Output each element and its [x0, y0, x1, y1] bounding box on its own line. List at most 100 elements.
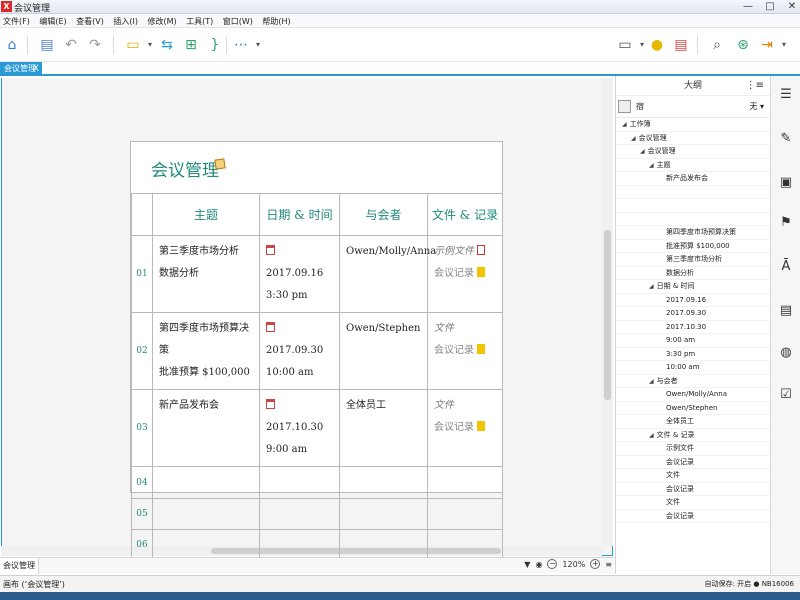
edit-note-icon[interactable]: [214, 158, 226, 170]
image-icon[interactable]: ▣: [779, 176, 793, 190]
zoom-in-icon[interactable]: +: [590, 559, 601, 569]
document-tab[interactable]: 会议管理 X: [0, 62, 42, 76]
outline-item[interactable]: ◢ 主题: [616, 159, 770, 172]
format-brush-icon[interactable]: ✎: [779, 132, 793, 146]
zoom-level[interactable]: 120%: [562, 560, 585, 569]
file-link[interactable]: 文件: [434, 400, 454, 411]
menu-help[interactable]: 帮助(H): [259, 14, 293, 27]
filter-icon[interactable]: ▼: [524, 560, 530, 569]
close-tab-icon[interactable]: X: [33, 62, 39, 76]
menu-edit[interactable]: 编辑(E): [36, 14, 69, 27]
outline-item[interactable]: 新产品发布会: [616, 172, 770, 186]
empty-cell[interactable]: [427, 498, 503, 530]
task-icon[interactable]: ☑: [779, 388, 793, 402]
comment-icon[interactable]: ◍: [779, 346, 793, 360]
outline-item[interactable]: [616, 213, 770, 226]
chevron-down-icon[interactable]: ▾: [249, 36, 267, 54]
lightbulb-icon[interactable]: ●: [648, 36, 666, 54]
topic-cell[interactable]: 第三季度市场分析 数据分析: [152, 235, 260, 313]
empty-cell[interactable]: [259, 498, 340, 530]
presentation-icon[interactable]: ▭: [616, 36, 634, 54]
outline-item[interactable]: 批准预算 $100,000: [616, 240, 770, 253]
menu-file[interactable]: 文件(F): [0, 14, 33, 27]
outline-item[interactable]: 2017.09.30: [616, 307, 770, 321]
outline-item[interactable]: 全体员工: [616, 415, 770, 429]
outline-item[interactable]: 2017.10.30: [616, 321, 770, 334]
outline-item[interactable]: ◢ 与会者: [616, 375, 770, 388]
panel-select[interactable]: 无 ▾: [749, 101, 764, 112]
summary-icon[interactable]: }: [206, 36, 224, 54]
outline-mode-icon[interactable]: [618, 100, 631, 113]
menu-modify[interactable]: 修改(M): [144, 14, 179, 27]
topic-cell[interactable]: 新产品发布会: [152, 389, 260, 467]
minimize-button[interactable]: —: [742, 1, 754, 12]
close-button[interactable]: ✕: [786, 1, 798, 12]
chevron-down-icon[interactable]: ▾: [141, 36, 159, 54]
outline-item[interactable]: 第四季度市场预算决策: [616, 226, 770, 240]
redo-icon[interactable]: ↷: [86, 36, 104, 54]
expand-toggle-icon[interactable]: ◢: [649, 378, 654, 385]
empty-cell[interactable]: [259, 466, 340, 499]
relationship-icon[interactable]: ⇆: [158, 36, 176, 54]
text-style-icon[interactable]: Ā: [779, 260, 793, 274]
files-cell[interactable]: 示例文件 会议记录: [427, 235, 503, 313]
datetime-cell[interactable]: 2017.09.16 3:30 pm: [259, 235, 340, 313]
outline-item[interactable]: [616, 186, 770, 199]
vertical-scrollbar[interactable]: [602, 78, 613, 546]
outline-item[interactable]: 3:30 pm: [616, 348, 770, 361]
outline-item[interactable]: 数据分析: [616, 267, 770, 280]
zoom-out-icon[interactable]: −: [547, 559, 558, 569]
empty-cell[interactable]: [427, 466, 503, 499]
menu-window[interactable]: 窗口(W): [220, 14, 256, 27]
empty-cell[interactable]: [152, 498, 260, 530]
header-datetime[interactable]: 日期 & 时间: [259, 193, 340, 236]
empty-cell[interactable]: [339, 466, 428, 499]
outline-item[interactable]: 9:00 am: [616, 334, 770, 348]
header-files[interactable]: 文件 & 记录: [427, 193, 503, 236]
outline-item[interactable]: 文件: [616, 469, 770, 483]
outline-item[interactable]: [616, 199, 770, 213]
outline-icon[interactable]: ☰: [779, 88, 793, 102]
maximize-button[interactable]: □: [764, 1, 776, 12]
menu-tools[interactable]: 工具(T): [183, 14, 216, 27]
topic-cell[interactable]: 第四季度市场预算决策 批准预算 $100,000: [152, 312, 260, 390]
expand-toggle-icon[interactable]: ◢: [622, 121, 627, 128]
subtopic-icon[interactable]: ⊞: [182, 36, 200, 54]
menu-view[interactable]: 查看(V): [73, 14, 107, 27]
header-topic[interactable]: 主题: [152, 193, 260, 236]
empty-cell[interactable]: [339, 498, 428, 530]
expand-toggle-icon[interactable]: ◢: [631, 135, 636, 142]
expand-toggle-icon[interactable]: ◢: [649, 283, 654, 290]
expand-toggle-icon[interactable]: ◢: [640, 148, 645, 155]
share-icon[interactable]: ⊛: [734, 36, 752, 54]
outline-item[interactable]: 会议记录: [616, 510, 770, 523]
sheet-tab[interactable]: 会议管理: [0, 558, 39, 574]
fit-icon[interactable]: ≡: [605, 560, 612, 569]
outline-item[interactable]: ◢ 文件 & 记录: [616, 429, 770, 442]
panel-menu-icon[interactable]: ⋮≡: [746, 76, 764, 96]
expand-toggle-icon[interactable]: ◢: [649, 432, 654, 439]
datetime-cell[interactable]: 2017.09.30 10:00 am: [259, 312, 340, 390]
outline-item[interactable]: 文件: [616, 496, 770, 510]
undo-icon[interactable]: ↶: [62, 36, 80, 54]
topic-icon[interactable]: ▭: [124, 36, 142, 54]
files-cell[interactable]: 文件 会议记录: [427, 312, 503, 390]
attendees-cell[interactable]: 全体员工: [339, 389, 428, 467]
empty-cell[interactable]: [339, 529, 428, 561]
spreadsheet-topic[interactable]: 会议管理 主题 日期 & 时间 与会者 文件 & 记录 01 第三季度市场分析数…: [130, 141, 503, 561]
menu-insert[interactable]: 插入(I): [110, 14, 141, 27]
gantt-icon[interactable]: ▤: [672, 36, 690, 54]
outline-item[interactable]: ◢ 会议管理: [616, 132, 770, 145]
marker-flag-icon[interactable]: ⚑: [779, 216, 793, 230]
outline-item[interactable]: 会议记录: [616, 483, 770, 496]
outline-item[interactable]: 2017.09.16: [616, 294, 770, 307]
header-attendees[interactable]: 与会者: [339, 193, 428, 236]
file-link[interactable]: 会议记录: [434, 268, 474, 279]
attendees-cell[interactable]: Owen/Stephen: [339, 312, 428, 390]
sheet-title[interactable]: 会议管理: [151, 156, 219, 181]
scroll-thumb[interactable]: [604, 230, 611, 400]
file-link[interactable]: 会议记录: [434, 422, 474, 433]
file-link[interactable]: 会议记录: [434, 345, 474, 356]
empty-cell[interactable]: [152, 466, 260, 499]
chevron-down-icon[interactable]: ▾: [775, 36, 793, 54]
